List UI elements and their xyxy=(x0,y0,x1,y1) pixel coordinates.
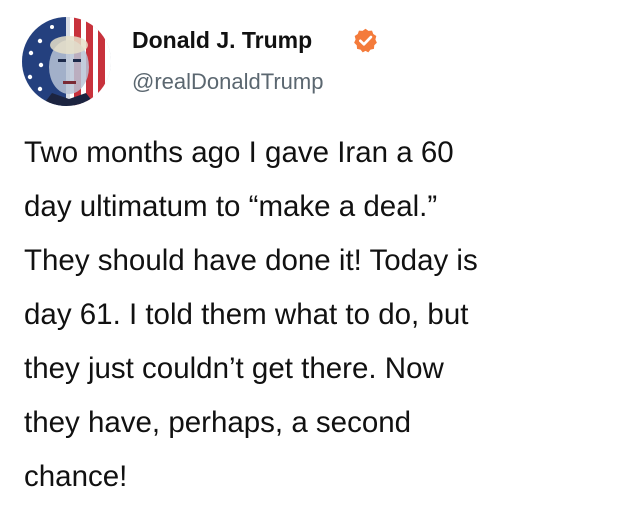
post-text-line: chance! xyxy=(24,460,128,493)
author-handle[interactable]: @realDonaldTrump xyxy=(132,67,323,97)
post-text: Two months ago I gave Iran a 60 day ulti… xyxy=(24,126,619,504)
verified-badge-icon xyxy=(354,28,377,53)
post-text-line: they just couldn’t get there. Now xyxy=(24,352,444,385)
post-card: Donald J. Trump @realDonaldTrump Two mon… xyxy=(0,0,627,505)
post-text-line: Two months ago I gave Iran a 60 xyxy=(24,136,454,169)
post-text-line: they have, perhaps, a second xyxy=(24,406,412,439)
post-text-line: They should have done it! Today is xyxy=(24,244,478,277)
profile-avatar[interactable] xyxy=(22,17,111,106)
post-text-line: day ultimatum to “make a deal.” xyxy=(24,190,438,223)
author-display-name[interactable]: Donald J. Trump xyxy=(132,24,312,56)
post-text-line: day 61. I told them what to do, but xyxy=(24,298,469,331)
avatar-image xyxy=(22,17,111,106)
